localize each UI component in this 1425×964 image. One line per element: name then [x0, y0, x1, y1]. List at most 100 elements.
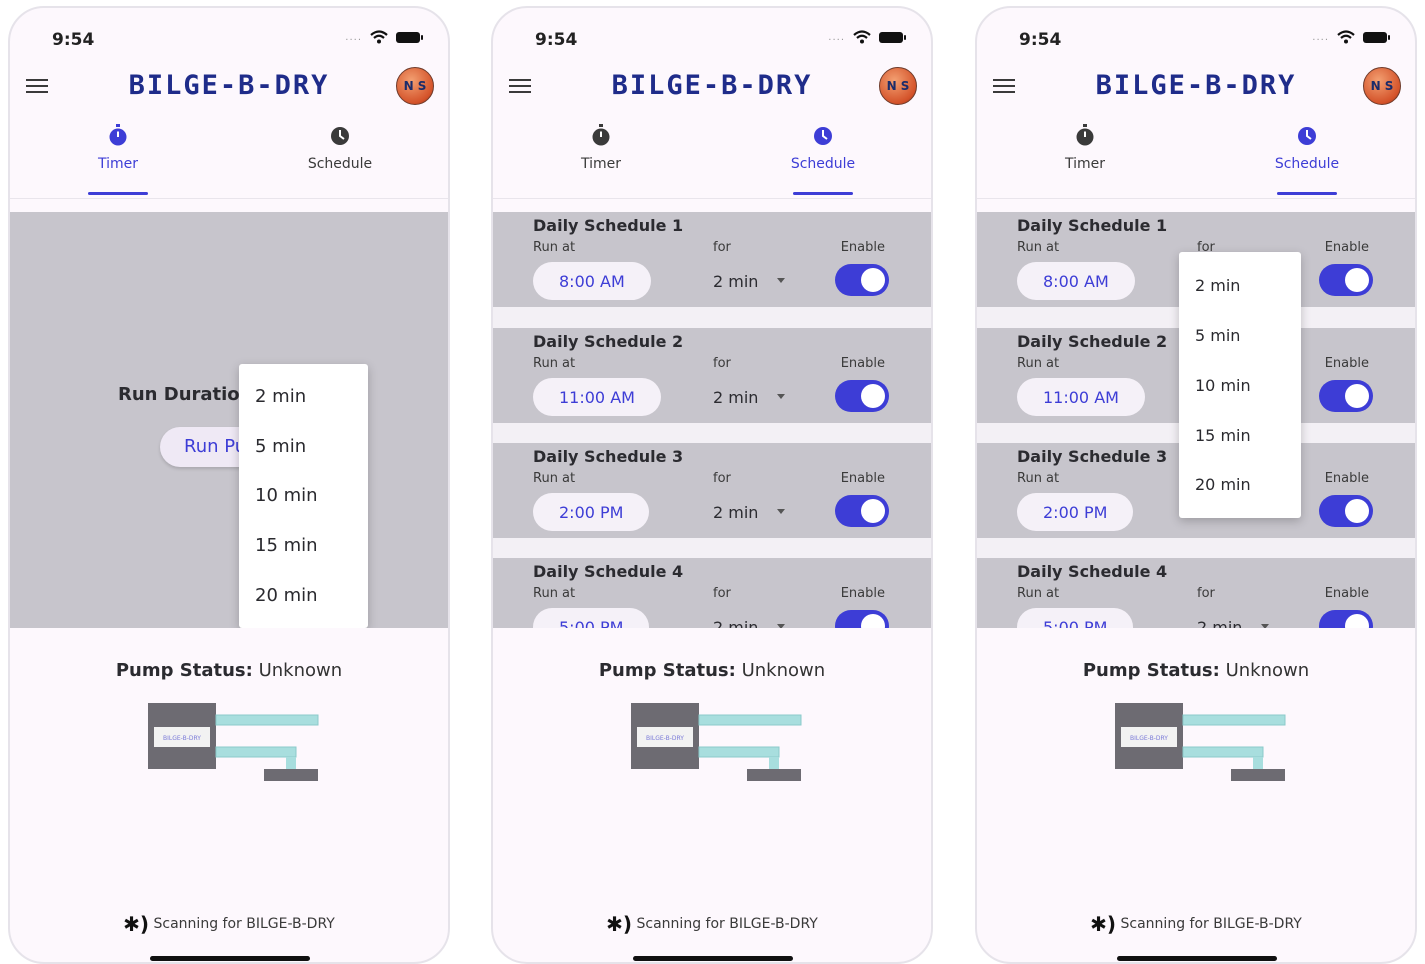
tab-schedule[interactable]: Schedule — [763, 116, 883, 195]
app-title: BILGE-B-DRY — [611, 70, 813, 101]
pump-status-label: Pump Status: — [598, 660, 736, 681]
enable-label: Enable — [840, 586, 885, 601]
chevron-down-icon[interactable] — [777, 624, 785, 628]
run-at-label: Run at — [533, 471, 576, 486]
tab-schedule[interactable]: Schedule — [280, 116, 400, 172]
time-picker-button[interactable]: 11:00 AM — [533, 378, 661, 416]
phone-timer-screen: 9:54 .... BILGE-B-DRY N S Timer Schedule… — [8, 6, 450, 964]
duration-option[interactable]: 5 min — [1195, 326, 1240, 345]
time-picker-button[interactable]: 5:00 PM — [533, 608, 650, 628]
duration-option[interactable]: 2 min — [255, 386, 306, 407]
pump-status-label: Pump Status: — [1082, 660, 1220, 681]
signal-icon: .... — [828, 31, 845, 43]
duration-option[interactable]: 15 min — [255, 535, 318, 556]
time-picker-button[interactable]: 2:00 PM — [1017, 493, 1134, 531]
time-picker-button[interactable]: 2:00 PM — [533, 493, 650, 531]
schedule-card: Daily Schedule 4 Run at for Enable 5:00 … — [977, 558, 1415, 628]
scan-text: Scanning for BILGE-B-DRY — [636, 916, 818, 932]
enable-toggle[interactable] — [1319, 610, 1373, 628]
chevron-down-icon[interactable] — [777, 278, 785, 283]
chevron-down-icon[interactable] — [777, 509, 785, 514]
home-indicator[interactable] — [150, 956, 310, 961]
tab-timer-label: Timer — [1064, 156, 1106, 172]
schedule-card: Daily Schedule 4 Run at for Enable 5:00 … — [493, 558, 931, 628]
duration-select[interactable]: 2 min — [713, 503, 758, 522]
enable-toggle[interactable] — [835, 264, 889, 296]
scan-text: Scanning for BILGE-B-DRY — [153, 916, 335, 932]
run-duration-label: Run Duration — [118, 384, 253, 405]
duration-select[interactable]: 2 min — [713, 618, 758, 628]
for-label: for — [713, 240, 731, 255]
time-picker-button[interactable]: 8:00 AM — [1017, 262, 1135, 300]
enable-toggle[interactable] — [835, 495, 889, 527]
time-picker-button[interactable]: 11:00 AM — [1017, 378, 1145, 416]
duration-select[interactable]: 2 min — [713, 388, 758, 407]
duration-option[interactable]: 20 min — [255, 585, 318, 606]
status-time: 9:54 — [52, 30, 95, 50]
duration-dropdown-menu: 2 min 5 min 10 min 15 min 20 min — [239, 364, 368, 628]
tab-schedule[interactable]: Schedule — [1247, 116, 1367, 195]
enable-toggle[interactable] — [1319, 380, 1373, 412]
tab-timer[interactable]: Timer — [58, 116, 178, 195]
enable-label: Enable — [1324, 471, 1369, 486]
schedule-title: Daily Schedule 2 — [1017, 332, 1168, 351]
chevron-down-icon[interactable] — [1261, 624, 1269, 628]
tab-indicator — [88, 192, 148, 195]
phone-schedule-dropdown-screen: 9:54 .... BILGE-B-DRY N S Timer Schedule… — [975, 6, 1417, 964]
enable-toggle[interactable] — [1319, 495, 1373, 527]
pump-status: Pump Status: Unknown — [493, 660, 931, 681]
run-at-label: Run at — [1017, 471, 1060, 486]
enable-toggle[interactable] — [835, 380, 889, 412]
stopwatch-icon — [1076, 124, 1094, 146]
chevron-down-icon[interactable] — [777, 394, 785, 399]
duration-option[interactable]: 5 min — [255, 436, 306, 457]
schedule-title: Daily Schedule 1 — [1017, 216, 1168, 235]
duration-option[interactable]: 20 min — [1195, 475, 1251, 494]
schedule-title: Daily Schedule 1 — [533, 216, 684, 235]
enable-toggle[interactable] — [1319, 264, 1373, 296]
battery-icon — [396, 31, 423, 43]
tab-schedule-label: Schedule — [1274, 156, 1340, 172]
enable-toggle[interactable] — [835, 610, 889, 628]
tab-timer[interactable]: Timer — [541, 116, 661, 172]
time-picker-button[interactable]: 8:00 AM — [533, 262, 651, 300]
schedule-card: Daily Schedule 2 Run at for Enable 11:00… — [493, 328, 931, 423]
pump-status-value: Unknown — [1225, 660, 1310, 681]
duration-select[interactable]: 2 min — [1197, 618, 1242, 628]
duration-option[interactable]: 15 min — [1195, 426, 1251, 445]
timer-panel: Run Duration Run Pump 2 min 5 min 10 min… — [10, 212, 448, 628]
duration-option[interactable]: 2 min — [1195, 276, 1240, 295]
wifi-icon — [370, 30, 388, 44]
enable-label: Enable — [840, 356, 885, 371]
bluetooth-icon: ✱) — [606, 912, 633, 936]
tab-indicator — [793, 192, 853, 195]
duration-option[interactable]: 10 min — [1195, 376, 1251, 395]
duration-select[interactable]: 2 min — [713, 272, 758, 291]
avatar[interactable]: N S — [396, 67, 434, 105]
tab-timer-label: Timer — [580, 156, 622, 172]
pump-diagram-icon: BILGE-B-DRY — [148, 703, 319, 781]
run-at-label: Run at — [1017, 356, 1060, 371]
home-indicator[interactable] — [633, 956, 793, 961]
schedule-card: Daily Schedule 3 Run at for Enable 2:00 … — [493, 443, 931, 538]
pump-status: Pump Status: Unknown — [977, 660, 1415, 681]
duration-option[interactable]: 10 min — [255, 485, 318, 506]
enable-label: Enable — [1324, 356, 1369, 371]
tab-timer[interactable]: Timer — [1025, 116, 1145, 172]
run-at-label: Run at — [1017, 586, 1060, 601]
run-at-label: Run at — [533, 356, 576, 371]
clock-icon — [1298, 127, 1316, 145]
avatar[interactable]: N S — [879, 67, 917, 105]
tab-bar: Timer Schedule — [493, 116, 931, 199]
home-indicator[interactable] — [1117, 956, 1277, 961]
wifi-icon — [1337, 30, 1355, 44]
tab-schedule-label: Schedule — [790, 156, 856, 172]
tab-indicator — [1277, 192, 1337, 195]
battery-icon — [1363, 31, 1390, 43]
for-label: for — [713, 356, 731, 371]
avatar[interactable]: N S — [1363, 67, 1401, 105]
clock-icon — [814, 127, 832, 145]
for-label: for — [713, 586, 731, 601]
schedule-title: Daily Schedule 3 — [533, 447, 684, 466]
time-picker-button[interactable]: 5:00 PM — [1017, 608, 1134, 628]
